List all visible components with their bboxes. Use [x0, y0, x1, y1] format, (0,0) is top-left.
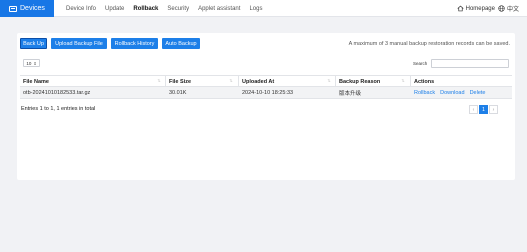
cell-file-name: otb-20241010182533.tar.gz [23, 89, 91, 96]
col-actions: Actions [414, 78, 435, 85]
language-switch[interactable]: 中文 [507, 4, 519, 13]
page-1-button[interactable]: 1 [479, 105, 488, 114]
column-divider [238, 76, 239, 87]
col-uploaded-at[interactable]: Uploaded At [242, 76, 274, 87]
homepage-link[interactable]: Homepage [466, 6, 495, 12]
nav-item-update[interactable]: Update [105, 6, 124, 12]
nav-item-applet-assistant[interactable]: Applet assistant [198, 6, 240, 12]
cell-actions: Rollback Download Delete [414, 87, 490, 98]
top-navigation-bar: Devices Device Info Update Rollback Secu… [0, 0, 527, 17]
header-right: Homepage 中文 [457, 0, 519, 17]
brand-title: Devices [20, 5, 45, 12]
nav-item-logs[interactable]: Logs [249, 6, 262, 12]
globe-icon[interactable] [498, 5, 505, 12]
sort-icon[interactable]: ↑↓ [401, 78, 405, 84]
col-file-name[interactable]: File Name [23, 76, 49, 87]
table-header: File Name ↑↓ File Size ↑↓ Uploaded At ↑↓… [20, 75, 512, 87]
home-icon[interactable] [457, 5, 464, 12]
col-backup-reason[interactable]: Backup Reason [339, 76, 380, 87]
rollback-history-button[interactable]: Rollback History [111, 38, 158, 49]
backup-limit-note: A maximum of 3 manual backup restoration… [348, 41, 510, 47]
nav-item-security[interactable]: Security [167, 6, 189, 12]
cell-file-size: 30.01K [169, 89, 187, 96]
search-input[interactable] [431, 59, 509, 68]
nav-item-device-info[interactable]: Device Info [66, 6, 96, 12]
entries-summary: Entries 1 to 1, 1 entries in total [21, 106, 96, 112]
rollback-panel: Back Up Upload Backup File Rollback Hist… [17, 33, 515, 180]
delete-link[interactable]: Delete [470, 90, 486, 96]
devices-icon [9, 5, 17, 12]
sort-icon[interactable]: ↑↓ [157, 78, 161, 84]
rollback-link[interactable]: Rollback [414, 90, 435, 96]
page-size-value: 10 [26, 60, 32, 66]
download-link[interactable]: Download [440, 90, 464, 96]
main-nav: Device Info Update Rollback Security App… [66, 0, 271, 17]
col-file-size[interactable]: File Size [169, 76, 191, 87]
prev-page-button[interactable]: ‹ [469, 105, 478, 114]
auto-backup-button[interactable]: Auto Backup [162, 38, 200, 49]
back-up-button[interactable]: Back Up [20, 38, 47, 49]
search-label: Search [413, 61, 428, 66]
pagination: ‹ 1 › [468, 105, 498, 114]
sort-icon[interactable]: ↑↓ [229, 78, 233, 84]
column-divider [410, 76, 411, 87]
next-page-button[interactable]: › [489, 105, 498, 114]
page-size-select[interactable]: 10 ⇕ [23, 59, 40, 67]
column-divider [165, 76, 166, 87]
sort-icon[interactable]: ↑↓ [327, 78, 331, 84]
nav-item-rollback[interactable]: Rollback [133, 6, 158, 12]
upload-backup-file-button[interactable]: Upload Backup File [51, 38, 107, 49]
table-row: otb-20241010182533.tar.gz 30.01K 2024-10… [20, 87, 512, 99]
column-divider [335, 76, 336, 87]
brand-logo[interactable]: Devices [0, 0, 54, 17]
select-arrow-icon: ⇕ [33, 60, 37, 66]
cell-backup-reason: 版本升级 [339, 90, 362, 97]
cell-uploaded-at: 2024-10-10 18:25:33 [242, 89, 294, 96]
